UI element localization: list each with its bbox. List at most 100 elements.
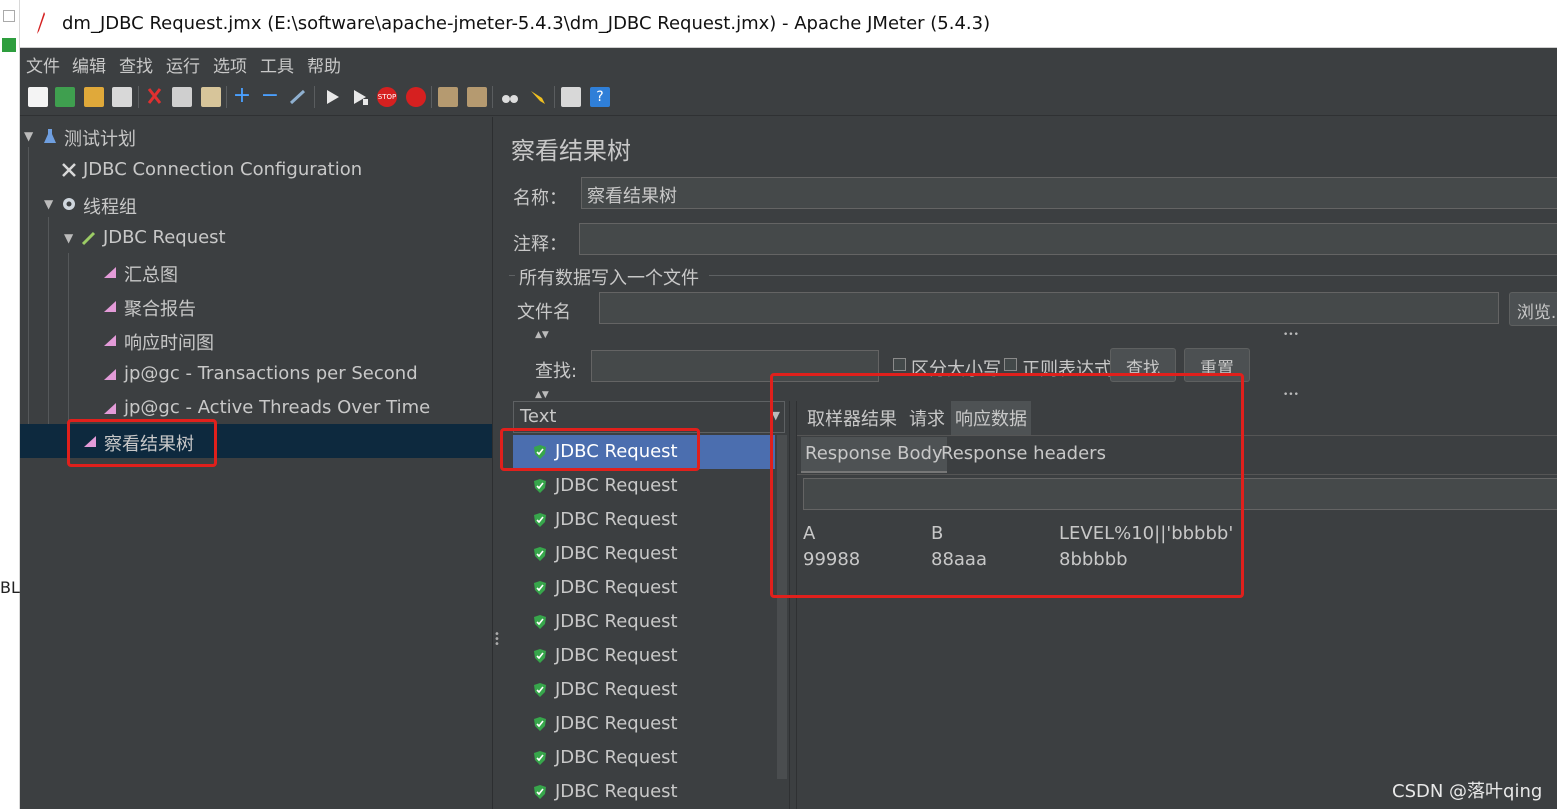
tree-node-response-time-graph[interactable]: 响应时间图 [20,323,492,357]
search-button[interactable]: 查找 [1110,348,1176,382]
view-results-tree-panel: 察看结果树 名称： 察看结果树 注释： 所有数据写入一个文件 文件名 浏览...… [501,117,1557,809]
help-icon[interactable]: ? [590,87,610,107]
tree-node-view-results-tree[interactable]: 察看结果树 [20,424,492,458]
paste-icon[interactable] [201,87,221,107]
case-sensitive-checkbox[interactable] [893,358,906,371]
drag-handle-icon[interactable]: ••• [1283,330,1299,340]
menu-options[interactable]: 选项 [213,52,247,77]
stop-icon[interactable]: STOP [377,87,397,107]
regex-checkbox[interactable] [1004,358,1017,371]
reset-button[interactable]: 重置 [1184,348,1250,382]
open-icon[interactable] [84,87,104,107]
menu-file[interactable]: 文件 [26,52,60,77]
expand-icon[interactable]: + [232,85,252,107]
clear-icon[interactable] [438,87,458,107]
split-arrows-icon[interactable]: ▲▼ [535,390,549,400]
tab-request[interactable]: 请求 [905,401,949,435]
listener-icon [104,301,116,312]
templates-icon[interactable] [55,87,75,107]
list-item[interactable]: JDBC Request [513,775,775,809]
background-window-edge: BL [0,0,20,809]
success-shield-icon [534,751,546,765]
name-label: 名称： [513,188,567,209]
main-split-divider[interactable]: • • • [492,117,500,809]
clear-all-icon[interactable] [467,87,487,107]
regex-label: 正则表达式 [1022,359,1112,380]
listener-icon [104,369,116,380]
drag-handle-icon[interactable]: ••• [1283,390,1299,400]
sampler-icon [81,231,96,246]
table-cell: 8bbbbb [1059,549,1128,570]
list-item[interactable]: JDBC Request [513,503,775,537]
list-item[interactable]: JDBC Request [513,605,775,639]
success-shield-icon [534,649,546,663]
comment-label: 注释： [513,234,567,255]
tree-node-transactions-per-second[interactable]: jp@gc - Transactions per Second [20,357,492,391]
menu-help[interactable]: 帮助 [307,52,341,77]
start-no-pause-icon[interactable] [350,87,370,107]
cut-icon[interactable] [145,87,165,107]
list-item[interactable]: JDBC Request [513,639,775,673]
tab-response-headers[interactable]: Response headers [937,437,1110,473]
config-icon [62,163,76,177]
list-item[interactable]: JDBC Request [513,435,775,469]
window-title: dm_JDBC Request.jmx (E:\software\apache-… [62,13,991,34]
tab-sampler-result[interactable]: 取样器结果 [803,401,901,435]
chevron-down-icon[interactable]: ▼ [64,231,73,245]
menu-search[interactable]: 查找 [119,52,153,77]
tree-node-test-plan[interactable]: ▼ 测试计划 [20,119,492,153]
background-app-icon [2,38,16,52]
response-search-input[interactable] [803,478,1557,510]
search-field[interactable] [591,350,879,382]
list-item[interactable]: JDBC Request [513,571,775,605]
menu-edit[interactable]: 编辑 [72,52,106,77]
list-item[interactable]: JDBC Request [513,707,775,741]
chevron-down-icon[interactable]: ▼ [24,129,33,143]
reset-search-icon[interactable] [528,87,548,107]
filename-field[interactable] [599,292,1499,324]
new-icon[interactable] [28,87,48,107]
drag-handle-icon: • • • [494,629,500,650]
table-header-b: B [931,523,944,544]
table-cell: 99988 [803,549,861,570]
list-item[interactable]: JDBC Request [513,469,775,503]
browse-button[interactable]: 浏览... [1509,292,1557,326]
start-icon[interactable] [322,87,342,107]
success-shield-icon [534,785,546,799]
split-arrows-icon[interactable]: ▲▼ [535,330,549,340]
search-icon[interactable] [500,87,520,107]
function-helper-icon[interactable] [561,87,581,107]
list-item[interactable]: JDBC Request [513,673,775,707]
tree-node-summary-graph[interactable]: 汇总图 [20,255,492,289]
menu-tools[interactable]: 工具 [260,52,294,77]
name-field[interactable]: 察看结果树 [581,177,1557,209]
toggle-icon[interactable] [288,87,308,107]
tree-node-active-threads[interactable]: jp@gc - Active Threads Over Time [20,391,492,425]
table-header-a: A [803,523,816,544]
result-list-scrollbar[interactable] [777,435,787,779]
jmeter-window: dm_JDBC Request.jmx (E:\software\apache-… [20,0,1557,809]
success-shield-icon [534,479,546,493]
title-bar: dm_JDBC Request.jmx (E:\software\apache-… [20,0,1557,48]
tab-response-body[interactable]: Response Body [801,437,947,473]
list-item[interactable]: JDBC Request [513,537,775,571]
success-shield-icon [534,615,546,629]
tree-node-aggregate-report[interactable]: 聚合报告 [20,289,492,323]
shutdown-icon[interactable] [406,87,426,107]
tree-node-jdbc-config[interactable]: JDBC Connection Configuration [20,153,492,187]
menu-run[interactable]: 运行 [166,52,200,77]
save-icon[interactable] [112,87,132,107]
collapse-icon[interactable]: − [260,85,280,107]
list-item[interactable]: JDBC Request [513,741,775,775]
tree-node-jdbc-request[interactable]: ▼ JDBC Request [20,221,492,255]
result-split-divider[interactable] [789,401,797,809]
tree-node-thread-group[interactable]: ▼ 线程组 [20,187,492,221]
success-shield-icon [534,513,546,527]
chevron-down-icon[interactable]: ▼ [44,197,53,211]
renderer-select[interactable]: Text ▼ [513,401,785,433]
comment-field[interactable] [579,223,1557,255]
copy-icon[interactable] [172,87,192,107]
chevron-down-icon: ▼ [771,409,780,422]
tab-response-data[interactable]: 响应数据 [951,401,1031,435]
listener-icon [104,267,116,278]
